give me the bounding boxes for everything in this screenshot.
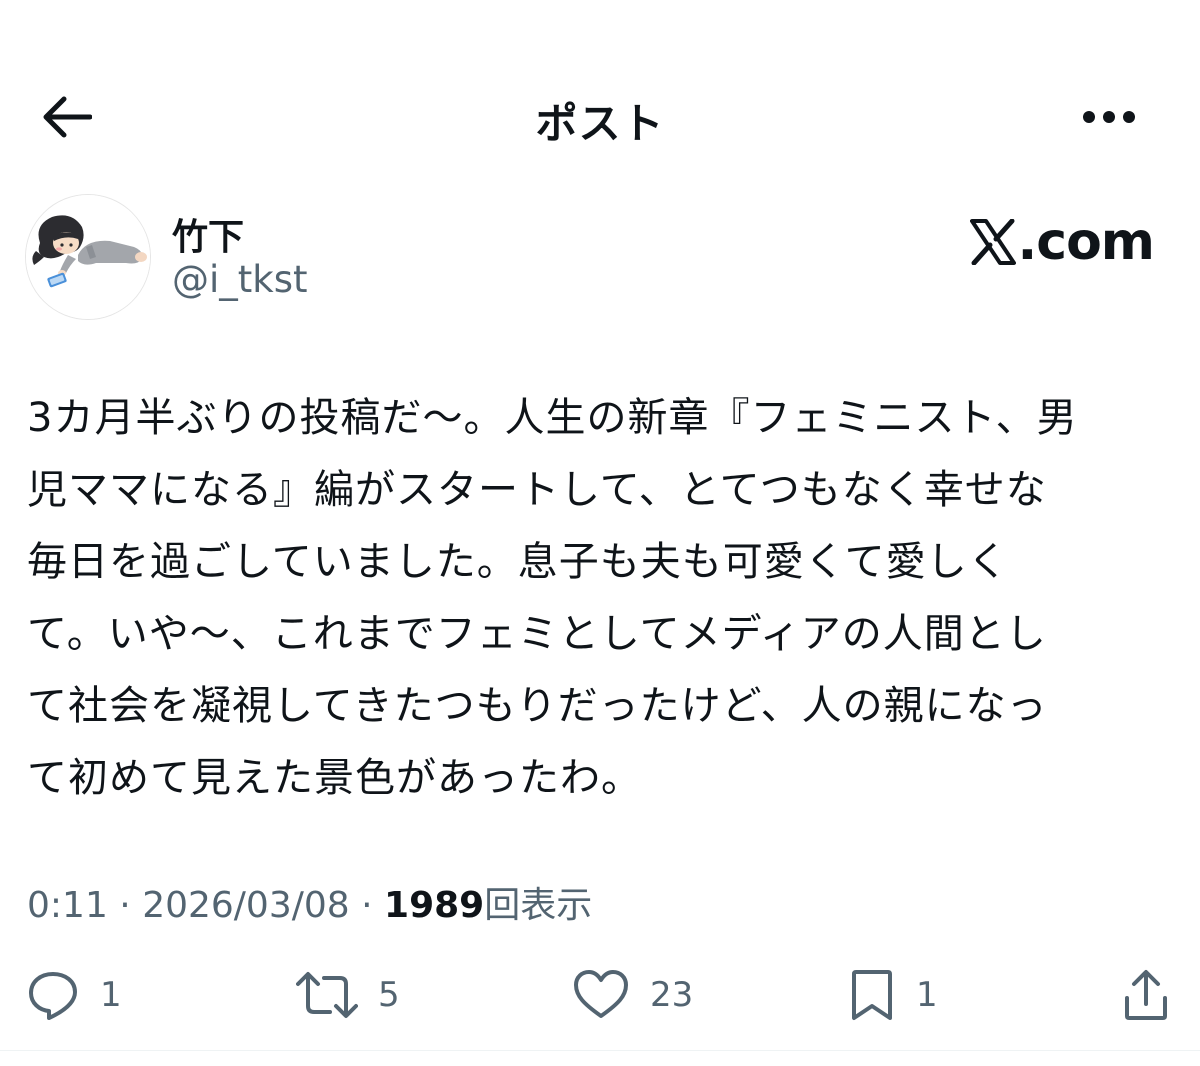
meta-separator: ·	[349, 885, 385, 926]
post-text-line: 児ママになる』編がスタートして、とてつもなく幸せな	[27, 467, 1047, 513]
like-count: 23	[650, 975, 694, 1015]
post-text-line: て社会を凝視してきたつもりだったけど、人の親になっ	[27, 683, 1048, 729]
reply-icon	[29, 972, 77, 1020]
top-bar: ポスト	[0, 60, 1200, 170]
post-text: 3カ月半ぶりの投稿だ〜。人生の新章『フェミニスト、男 児ママになる』編がスタート…	[27, 382, 1177, 814]
repost-icon	[296, 972, 358, 1018]
bookmark-count: 1	[916, 975, 938, 1015]
share-icon	[1125, 970, 1167, 1020]
views-count: 1989	[384, 885, 485, 926]
page-title: ポスト	[535, 99, 665, 148]
avatar[interactable]	[25, 194, 151, 320]
post-text-line: 3カ月半ぶりの投稿だ〜。人生の新章『フェミニスト、男	[27, 395, 1078, 441]
author-display-name[interactable]: 竹下	[172, 208, 244, 260]
x-com-watermark: .com	[969, 212, 1155, 272]
meta-separator: ·	[107, 885, 143, 926]
divider	[0, 1050, 1200, 1051]
x-logo-icon	[969, 219, 1016, 265]
more-button[interactable]	[1074, 88, 1144, 146]
watermark-text: .com	[1017, 212, 1155, 272]
repost-count: 5	[378, 975, 400, 1015]
bookmark-icon	[852, 970, 892, 1020]
avatar-illustration	[26, 195, 150, 319]
post-date[interactable]: 2026/03/08	[142, 885, 350, 926]
post-meta: 0:11 · 2026/03/08 · 1989回表示	[27, 876, 592, 928]
reply-button[interactable]: 1	[26, 960, 122, 1030]
share-button[interactable]	[1122, 960, 1170, 1030]
author-handle[interactable]: @i_tkst	[172, 258, 308, 301]
repost-button[interactable]: 5	[296, 960, 400, 1030]
post-time[interactable]: 0:11	[27, 885, 108, 926]
bookmark-button[interactable]: 1	[848, 960, 938, 1030]
views-label: 回表示	[484, 885, 593, 926]
post-text-line: て。いや〜、これまでフェミとしてメディアの人間とし	[27, 611, 1047, 657]
heart-icon	[574, 970, 628, 1018]
more-horizontal-icon	[1083, 111, 1135, 123]
like-button[interactable]: 23	[572, 960, 693, 1030]
post-text-line: て初めて見えた景色があったわ。	[27, 755, 642, 801]
post-text-line: 毎日を過ごしていました。息子も夫も可愛くて愛しく	[27, 539, 1009, 585]
reply-count: 1	[100, 975, 122, 1015]
action-bar: 1 5 23 1	[0, 960, 1200, 1030]
